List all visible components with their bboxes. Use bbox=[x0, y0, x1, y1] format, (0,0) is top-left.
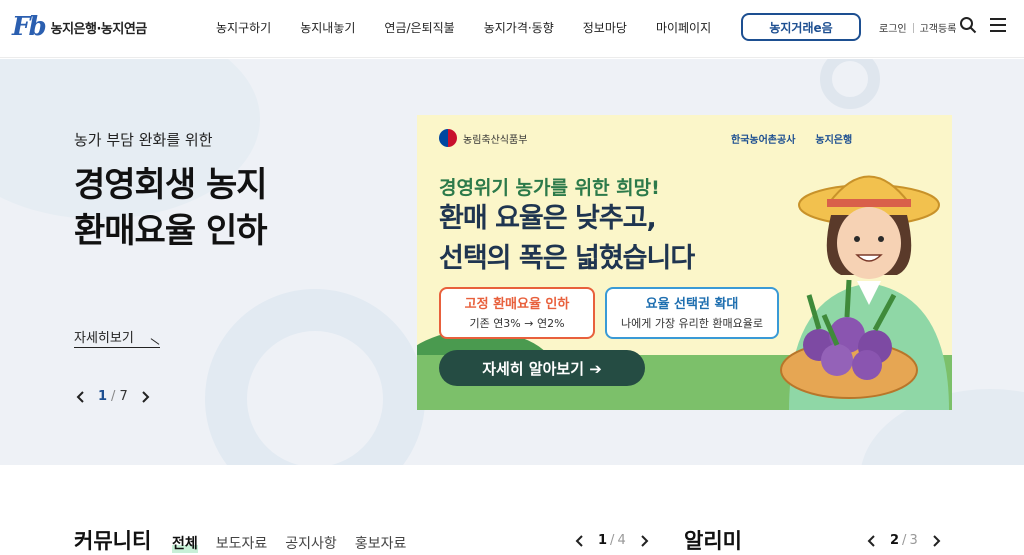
alimi-pager: 2 / 3 bbox=[866, 533, 942, 548]
ministry-name: 농림축산식품부 bbox=[463, 134, 528, 146]
logo-mark: Fb bbox=[12, 12, 47, 42]
login-link[interactable]: 로그인 bbox=[879, 20, 907, 35]
rate-cut-detail: 기존 연3% → 연2% bbox=[469, 317, 565, 330]
banner-main-line-2: 선택의 폭은 넓혔습니다 bbox=[439, 243, 695, 274]
tab-notice[interactable]: 공지사항 bbox=[285, 533, 337, 553]
decor-circle bbox=[820, 59, 880, 109]
chevron-left-icon[interactable] bbox=[574, 534, 586, 548]
chevron-right-icon[interactable] bbox=[138, 390, 152, 404]
banner-main-copy: 환매 요율은 낮추고, 선택의 폭은 넓혔습니다 bbox=[439, 199, 695, 279]
main-nav: 농지구하기 농지내놓기 연금/은퇴직불 농지가격·동향 정보마당 마이페이지 bbox=[216, 19, 740, 36]
partner-logos: 한국농어촌공사 농지은행 bbox=[731, 131, 852, 146]
tab-all[interactable]: 전체 bbox=[172, 533, 198, 553]
nav-item-info[interactable]: 정보마당 bbox=[583, 19, 627, 36]
chevron-left-icon[interactable] bbox=[866, 534, 878, 548]
hero-slider: 농가 부담 완화를 위한 경영회생 농지 환매요율 인하 자세히보기 1 / 7… bbox=[0, 59, 1024, 465]
utility-links: 로그인 고객등록 bbox=[879, 20, 956, 35]
hamburger-menu-icon[interactable] bbox=[990, 18, 1006, 32]
hero-page-current: 1 bbox=[98, 389, 108, 404]
nav-item-pension[interactable]: 연금/은퇴직불 bbox=[384, 19, 454, 36]
nav-item-land-price[interactable]: 농지가격·동향 bbox=[484, 19, 554, 36]
chevron-left-icon[interactable] bbox=[74, 390, 88, 404]
page-slash: / bbox=[902, 533, 907, 548]
hero-more-link[interactable]: 자세히보기 bbox=[74, 327, 134, 346]
util-divider bbox=[912, 22, 914, 33]
lower-section: 커뮤니티 전체 보도자료 공지사항 홍보자료 1 / 4 알리미 2 / 3 bbox=[0, 465, 1024, 554]
arrow-right-icon bbox=[150, 338, 160, 345]
search-icon[interactable] bbox=[959, 16, 977, 34]
rate-choice-detail: 나에게 가장 유리한 환매요율로 bbox=[620, 317, 764, 330]
logo-text: 농지은행·농지연금 bbox=[50, 21, 148, 37]
community-tabs: 전체 보도자료 공지사항 홍보자료 bbox=[172, 533, 424, 553]
chevron-right-icon[interactable] bbox=[638, 534, 650, 548]
register-link[interactable]: 고객등록 bbox=[920, 20, 957, 35]
tab-press[interactable]: 보도자료 bbox=[216, 533, 268, 553]
nav-item-sell-land[interactable]: 농지내놓기 bbox=[300, 19, 355, 36]
hero-title: 경영회생 농지 환매요율 인하 bbox=[74, 162, 268, 254]
nav-item-mypage[interactable]: 마이페이지 bbox=[656, 19, 711, 36]
partner-landbank: 농지은행 bbox=[815, 135, 853, 146]
more-link-underline bbox=[74, 347, 160, 348]
nav-item-find-land[interactable]: 농지구하기 bbox=[216, 19, 271, 36]
chevron-right-icon[interactable] bbox=[930, 534, 942, 548]
hero-subtitle: 농가 부담 완화를 위한 bbox=[74, 131, 213, 149]
land-trade-button[interactable]: 농지거래e음 bbox=[741, 13, 861, 41]
decor-circle bbox=[205, 289, 425, 465]
community-page-current: 1 bbox=[598, 533, 608, 548]
promo-banner[interactable]: 농림축산식품부 한국농어촌공사 농지은행 경영위기 농가를 위한 희망! 환매 … bbox=[417, 115, 952, 410]
banner-headline: 경영위기 농가를 위한 희망! bbox=[439, 177, 660, 199]
hero-pager: 1 / 7 bbox=[74, 389, 152, 404]
alimi-page-current: 2 bbox=[890, 533, 900, 548]
rate-choice-title: 요율 선택권 확대 bbox=[645, 297, 739, 312]
community-pager: 1 / 4 bbox=[574, 533, 650, 548]
alimi-page-total: 3 bbox=[909, 533, 918, 548]
alimi-title: 알리미 bbox=[684, 529, 742, 553]
rate-cut-title: 고정 환매요율 인하 bbox=[464, 297, 570, 312]
farmer-illustration bbox=[780, 175, 949, 410]
hero-title-line-1: 경영회생 농지 bbox=[74, 165, 268, 205]
rate-cut-box: 고정 환매요율 인하 기존 연3% → 연2% bbox=[439, 287, 595, 339]
community-title: 커뮤니티 bbox=[74, 529, 152, 553]
ministry-logo: 농림축산식품부 bbox=[439, 129, 527, 147]
hero-title-line-2: 환매요율 인하 bbox=[74, 211, 268, 251]
community-page-total: 4 bbox=[617, 533, 626, 548]
page-slash: / bbox=[111, 389, 116, 404]
page-slash: / bbox=[610, 533, 615, 548]
hero-page-total: 7 bbox=[119, 389, 128, 404]
banner-cta-button[interactable]: 자세히 알아보기 ➔ bbox=[439, 350, 645, 386]
site-header: Fb 농지은행·농지연금 농지구하기 농지내놓기 연금/은퇴직불 농지가격·동향… bbox=[0, 0, 1024, 58]
site-logo[interactable]: Fb 농지은행·농지연금 bbox=[12, 12, 147, 42]
tab-promo[interactable]: 홍보자료 bbox=[355, 533, 407, 553]
partner-krc: 한국농어촌공사 bbox=[731, 135, 796, 146]
taegeuk-emblem-icon bbox=[439, 129, 457, 147]
banner-main-line-1: 환매 요율은 낮추고, bbox=[439, 203, 657, 234]
rate-choice-box: 요율 선택권 확대 나에게 가장 유리한 환매요율로 bbox=[605, 287, 779, 339]
